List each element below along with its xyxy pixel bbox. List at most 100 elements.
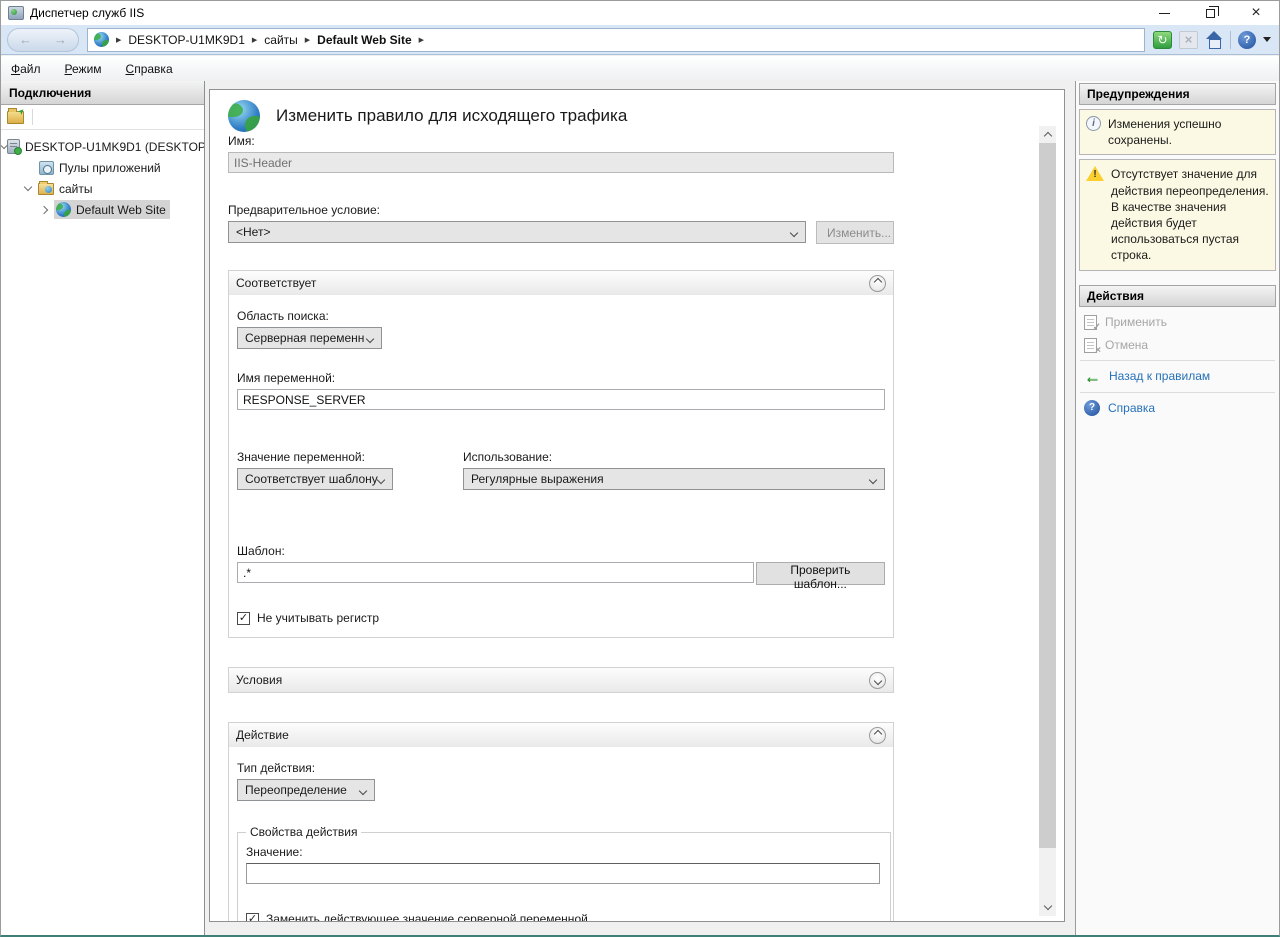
- match-section: Соответствует Область поиска: Серверная …: [228, 270, 894, 638]
- actions-panel: Предупреждения i Изменения успешно сохра…: [1075, 81, 1279, 935]
- scope-label: Область поиска:: [237, 309, 885, 323]
- apply-icon: ✓: [1084, 315, 1097, 330]
- variable-value-value: Соответствует шаблону: [245, 472, 378, 486]
- breadcrumb-separator-icon: ▶: [305, 36, 310, 44]
- help-icon: ?: [1084, 400, 1100, 416]
- replace-value-checkbox[interactable]: ✓: [246, 913, 259, 923]
- pattern-input[interactable]: [237, 562, 754, 583]
- name-label: Имя:: [228, 134, 894, 148]
- tree-item-app-pools[interactable]: Пулы приложений: [1, 157, 204, 178]
- chevron-closed-icon[interactable]: [40, 205, 48, 213]
- address-bar-tools: ↻ × ?: [1153, 31, 1271, 49]
- match-section-header[interactable]: Соответствует: [229, 271, 893, 295]
- expand-section-button[interactable]: [869, 672, 886, 689]
- tree-item-sites[interactable]: сайты: [1, 178, 204, 199]
- divider: [1080, 360, 1275, 361]
- variable-name-label: Имя переменной:: [237, 371, 885, 385]
- replace-value-label: Заменить действующее значение серверной …: [266, 912, 588, 922]
- page-header: Изменить правило для исходящего трафика: [228, 100, 910, 132]
- apply-action: ✓ Применить: [1079, 311, 1276, 334]
- menu-help[interactable]: Справка: [126, 62, 173, 76]
- stop-icon: ×: [1179, 31, 1198, 49]
- variable-value-label: Значение переменной:: [237, 450, 463, 464]
- tree-item-label: сайты: [59, 182, 93, 196]
- home-icon[interactable]: [1205, 31, 1223, 49]
- cancel-icon: ×: [1084, 338, 1097, 353]
- connections-header: Подключения: [1, 81, 204, 105]
- breadcrumb[interactable]: ▶ DESKTOP-U1MK9D1 ▶ сайты ▶ Default Web …: [87, 28, 1145, 52]
- conditions-section-title: Условия: [236, 673, 282, 687]
- scrollbar-thumb[interactable]: [1039, 143, 1056, 848]
- vertical-scrollbar[interactable]: [1039, 126, 1056, 916]
- scope-select[interactable]: Серверная переменн: [237, 327, 382, 349]
- menu-file[interactable]: Файл: [11, 62, 41, 76]
- minimize-icon: [1159, 13, 1170, 14]
- back-to-rules-action[interactable]: ← Назад к правилам: [1079, 364, 1276, 389]
- menu-bar: Файл Режим Справка: [1, 56, 1279, 81]
- help-link[interactable]: Справка: [1108, 401, 1155, 415]
- chevron-open-icon[interactable]: [24, 183, 32, 191]
- action-type-select[interactable]: Переопределение: [237, 779, 375, 801]
- minimize-button[interactable]: [1141, 1, 1187, 25]
- action-section-title: Действие: [236, 728, 289, 742]
- connections-tree: DESKTOP-U1MK9D1 (DESKTOP Пулы приложений…: [1, 130, 204, 220]
- conditions-section-header[interactable]: Условия: [229, 668, 893, 692]
- ignore-case-checkbox[interactable]: ✓: [237, 612, 250, 625]
- action-value-input[interactable]: [246, 863, 880, 884]
- collapse-section-button[interactable]: [869, 727, 886, 744]
- save-connections-icon[interactable]: [7, 111, 24, 124]
- back-to-rules-link[interactable]: Назад к правилам: [1109, 369, 1210, 383]
- back-button[interactable]: ←: [19, 32, 32, 47]
- cancel-action: × Отмена: [1079, 334, 1276, 357]
- help-icon[interactable]: ?: [1238, 31, 1256, 49]
- chevron-up-icon: [873, 730, 881, 738]
- action-properties-legend: Свойства действия: [246, 825, 361, 839]
- tree-item-server[interactable]: DESKTOP-U1MK9D1 (DESKTOP: [1, 136, 204, 157]
- using-select[interactable]: Регулярные выражения: [463, 468, 885, 490]
- test-pattern-button[interactable]: Проверить шаблон...: [756, 562, 885, 585]
- breadcrumb-item-server[interactable]: DESKTOP-U1MK9D1: [128, 33, 244, 47]
- using-value: Регулярные выражения: [471, 472, 604, 486]
- chevron-up-icon: [873, 278, 881, 286]
- collapse-section-button[interactable]: [869, 275, 886, 292]
- server-icon: [7, 139, 20, 154]
- rule-globe-icon: [228, 100, 260, 132]
- alert-text: Отсутствует значение для действия переоп…: [1111, 166, 1270, 263]
- chevron-down-icon: [366, 335, 374, 343]
- help-dropdown-caret-icon[interactable]: [1263, 37, 1271, 42]
- address-bar: ← → ▶ DESKTOP-U1MK9D1 ▶ сайты ▶ Default …: [1, 25, 1279, 55]
- using-label: Использование:: [463, 450, 885, 464]
- alerts-header: Предупреждения: [1079, 83, 1276, 105]
- chevron-down-icon: [359, 787, 367, 795]
- chevron-down-icon: [873, 677, 881, 685]
- globe-icon: [94, 32, 109, 47]
- conditions-section: Условия: [228, 667, 894, 693]
- name-input: [228, 152, 894, 173]
- refresh-icon[interactable]: ↻: [1153, 31, 1172, 49]
- close-button[interactable]: ×: [1233, 1, 1279, 25]
- action-type-value: Переопределение: [245, 783, 347, 797]
- precondition-select[interactable]: <Нет>: [228, 221, 806, 243]
- page-title: Изменить правило для исходящего трафика: [276, 106, 627, 126]
- scroll-down-button[interactable]: [1039, 899, 1056, 916]
- navigation-buttons: ← →: [7, 28, 79, 52]
- forward-button[interactable]: →: [54, 32, 67, 47]
- edit-outbound-rule-form: Изменить правило для исходящего трафика …: [209, 89, 1065, 922]
- maximize-button[interactable]: [1187, 1, 1233, 25]
- cancel-label: Отмена: [1105, 338, 1148, 352]
- variable-value-select[interactable]: Соответствует шаблону: [237, 468, 393, 490]
- maximize-icon: [1206, 9, 1215, 18]
- action-section-header[interactable]: Действие: [229, 723, 893, 747]
- tree-item-default-web-site[interactable]: Default Web Site: [1, 199, 204, 220]
- divider: [1080, 392, 1275, 393]
- breadcrumb-item-sites[interactable]: сайты: [264, 33, 298, 47]
- menu-view[interactable]: Режим: [65, 62, 102, 76]
- breadcrumb-item-current[interactable]: Default Web Site: [317, 33, 411, 47]
- help-action[interactable]: ? Справка: [1079, 396, 1276, 420]
- variable-name-input[interactable]: [237, 389, 885, 410]
- scroll-up-button[interactable]: [1039, 126, 1056, 143]
- info-icon: i: [1086, 116, 1101, 131]
- application-pools-icon: [39, 161, 54, 175]
- window-controls: ×: [1141, 1, 1279, 25]
- match-section-title: Соответствует: [236, 276, 316, 290]
